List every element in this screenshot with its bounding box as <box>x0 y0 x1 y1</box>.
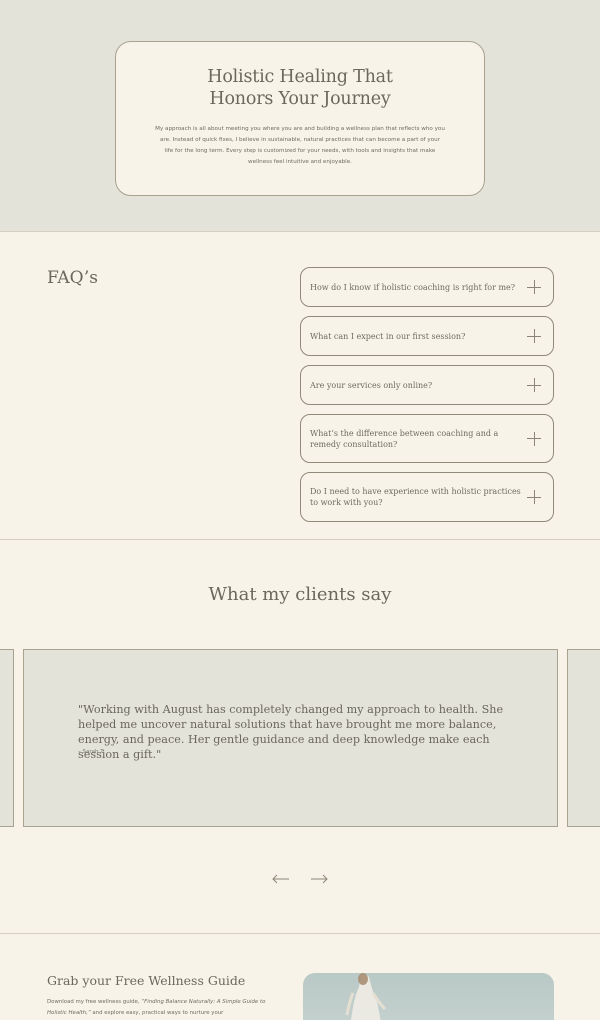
woman-figure-image <box>345 973 387 1020</box>
faq-question: Are your services only online? <box>310 380 433 390</box>
guide-image <box>303 973 554 1020</box>
testimonials-title: What my clients say <box>208 584 392 605</box>
hero-card: Holistic Healing That Honors Your Journe… <box>115 41 485 196</box>
testimonial-slide-prev[interactable] <box>0 649 14 827</box>
plus-icon[interactable] <box>527 490 541 504</box>
plus-icon[interactable] <box>527 431 541 446</box>
guide-body: Download my free wellness guide, “Findin… <box>47 997 272 1019</box>
faq-title: FAQ’s <box>47 268 98 288</box>
hero-body: My approach is all about meeting you whe… <box>155 126 445 165</box>
plus-icon[interactable] <box>527 378 541 392</box>
guide-title: Grab your Free Wellness Guide <box>47 973 246 988</box>
faq-question: What’s the difference between coaching a… <box>310 428 499 449</box>
faq-question: How do I know if holistic coaching is ri… <box>310 282 516 292</box>
guide-section: Grab your Free Wellness Guide Download m… <box>0 935 600 1020</box>
faq-question: Do I need to have experience with holist… <box>310 487 521 507</box>
guide-body-rest: and explore easy, practical ways to nurt… <box>90 1010 224 1016</box>
testimonial-slide-next[interactable] <box>567 649 600 827</box>
faq-item-3[interactable]: Are your services only online? <box>300 365 554 405</box>
guide-body-intro: Download my free wellness guide, <box>47 999 142 1005</box>
faq-item-5[interactable]: Do I need to have experience with holist… <box>300 472 554 522</box>
arrow-left-icon[interactable] <box>272 869 290 889</box>
testimonial-slide: "Working with August has completely chan… <box>23 649 558 827</box>
plus-icon[interactable] <box>527 280 541 294</box>
testimonial-author: – Sarah T. <box>78 749 105 755</box>
faq-item-1[interactable]: How do I know if holistic coaching is ri… <box>300 267 554 307</box>
plus-icon[interactable] <box>527 329 541 343</box>
faq-item-4[interactable]: What’s the difference between coaching a… <box>300 414 554 463</box>
testimonial-quote: "Working with August has completely chan… <box>78 703 504 761</box>
faq-section: FAQ’s How do I know if holistic coaching… <box>0 233 600 540</box>
hero-section: Holistic Healing That Honors Your Journe… <box>0 0 600 232</box>
faq-question: What can I expect in our first session? <box>310 331 466 341</box>
arrow-right-icon[interactable] <box>310 869 328 889</box>
faq-item-2[interactable]: What can I expect in our first session? <box>300 316 554 356</box>
hero-title-line2: Honors Your Journey <box>209 89 391 109</box>
hero-title: Holistic Healing That Honors Your Journe… <box>116 66 484 110</box>
hero-title-line1: Holistic Healing That <box>207 67 393 87</box>
testimonials-section: What my clients say "Working with August… <box>0 541 600 934</box>
